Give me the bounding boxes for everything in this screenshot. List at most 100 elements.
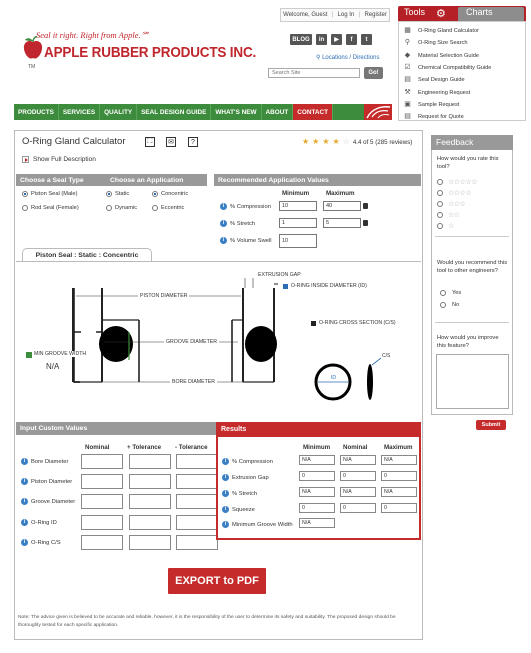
radio[interactable]	[437, 200, 443, 207]
rating[interactable]: ★ ★ ★ ★ ☆ 4.4 of 5 (285 reviews)	[302, 138, 412, 146]
linkedin-icon[interactable]: in	[316, 34, 327, 45]
oring-cs-minus-tol-input[interactable]	[176, 535, 218, 550]
tool-size-search[interactable]: ⚲ O-Ring Size Search	[403, 37, 521, 49]
radio[interactable]	[440, 302, 446, 308]
rating-option-2[interactable]: ☆☆	[437, 209, 477, 220]
help-icon[interactable]: ?	[188, 137, 198, 147]
register-link[interactable]: Register	[364, 12, 386, 18]
radio[interactable]	[22, 205, 28, 211]
application-eccentric[interactable]: Eccentric	[152, 205, 184, 211]
login-link[interactable]: Log In	[338, 12, 355, 18]
tool-engineering-request[interactable]: ⚒ Engineering Request	[403, 86, 521, 98]
piston-nominal-input[interactable]	[81, 474, 123, 489]
seal-type-rod[interactable]: Rod Seal (Female)	[22, 205, 79, 211]
feedback-textarea[interactable]	[436, 354, 509, 409]
info-icon[interactable]: i	[21, 458, 28, 465]
diagram-tab[interactable]: Piston Seal : Static : Concentric	[22, 248, 152, 262]
radio-selected[interactable]	[22, 191, 28, 197]
nav-products[interactable]: PRODUCTS	[14, 104, 59, 120]
rating-option-1[interactable]: ☆	[437, 220, 477, 231]
oring-id-minus-tol-input[interactable]	[176, 515, 218, 530]
blog-icon[interactable]: BLOG	[290, 34, 312, 45]
search-go-button[interactable]: Go!	[364, 67, 383, 79]
oring-id-nominal-input[interactable]	[81, 515, 123, 530]
search-input[interactable]	[268, 68, 360, 78]
nav-about[interactable]: ABOUT	[262, 104, 294, 120]
star-icon[interactable]: ★	[312, 138, 319, 146]
company-logo-text[interactable]: APPLE RUBBER PRODUCTS INC.	[44, 44, 256, 61]
bore-minus-tol-input[interactable]	[176, 454, 218, 469]
info-icon[interactable]: i	[21, 498, 28, 505]
lock-icon[interactable]	[363, 203, 368, 209]
star-icon[interactable]: ★	[333, 138, 340, 146]
tab-charts[interactable]: Charts	[458, 7, 524, 21]
nav-contact[interactable]: CONTACT	[293, 104, 334, 120]
compression-min-field[interactable]: 10	[279, 201, 317, 211]
volume-swell-field[interactable]: 10	[279, 234, 317, 248]
radio[interactable]	[437, 222, 443, 229]
radio-selected[interactable]	[152, 191, 158, 197]
facebook-icon[interactable]: f	[346, 34, 357, 45]
lock-icon[interactable]	[363, 220, 368, 226]
info-icon[interactable]: i	[220, 203, 227, 210]
tool-seal-design-guide[interactable]: ▤ Seal Design Guide	[403, 74, 521, 86]
bore-nominal-input[interactable]	[81, 454, 123, 469]
feedback-submit-button[interactable]: Submit	[476, 420, 506, 430]
tool-request-quote[interactable]: ▤ Request for Quote	[403, 111, 521, 123]
star-icon[interactable]: ★	[302, 138, 309, 146]
info-icon[interactable]: i	[222, 490, 229, 497]
piston-minus-tol-input[interactable]	[176, 474, 218, 489]
recommend-no[interactable]: No	[440, 302, 459, 308]
email-icon[interactable]: ✉	[166, 137, 176, 147]
nav-whats-new[interactable]: WHAT'S NEW	[211, 104, 262, 120]
nav-quality[interactable]: QUALITY	[100, 104, 138, 120]
recommend-yes[interactable]: Yes	[440, 290, 461, 296]
locations-link[interactable]: ⚲ Locations / Directions	[316, 54, 379, 61]
tool-gland-calculator[interactable]: ▦ O-Ring Gland Calculator	[403, 25, 521, 37]
export-pdf-button[interactable]: EXPORT to PDF	[168, 568, 266, 594]
piston-plus-tol-input[interactable]	[129, 474, 171, 489]
youtube-icon[interactable]: ▶	[331, 34, 342, 45]
info-icon[interactable]: i	[222, 521, 229, 528]
radio-selected[interactable]	[106, 191, 112, 197]
info-icon[interactable]: i	[21, 519, 28, 526]
rating-option-3[interactable]: ☆☆☆	[437, 198, 477, 209]
info-icon[interactable]: i	[222, 474, 229, 481]
rating-option-5[interactable]: ☆☆☆☆☆	[437, 176, 477, 187]
application-dynamic[interactable]: Dynamic	[106, 205, 137, 211]
oring-cs-nominal-input[interactable]	[81, 535, 123, 550]
groove-plus-tol-input[interactable]	[129, 494, 171, 509]
application-concentric[interactable]: Concentric	[152, 191, 188, 197]
info-icon[interactable]: i	[21, 539, 28, 546]
nav-services[interactable]: SERVICES	[59, 104, 101, 120]
twitter-icon[interactable]: t	[361, 34, 372, 45]
show-description-link[interactable]: Show Full Description	[22, 156, 96, 163]
info-icon[interactable]: i	[222, 458, 229, 465]
info-icon[interactable]: i	[222, 506, 229, 513]
bore-plus-tol-input[interactable]	[129, 454, 171, 469]
star-icon[interactable]: ★	[322, 138, 329, 146]
radio[interactable]	[152, 205, 158, 211]
info-icon[interactable]: i	[21, 478, 28, 485]
radio[interactable]	[437, 189, 443, 196]
oring-cs-plus-tol-input[interactable]	[129, 535, 171, 550]
radio[interactable]	[440, 290, 446, 296]
star-empty-icon[interactable]: ☆	[343, 138, 350, 146]
rating-option-4[interactable]: ☆☆☆☆	[437, 187, 477, 198]
tool-chemical-guide[interactable]: ☑ Chemical Compatibility Guide	[403, 62, 521, 74]
radio[interactable]	[437, 211, 443, 218]
application-static[interactable]: Static	[106, 191, 129, 197]
groove-nominal-input[interactable]	[81, 494, 123, 509]
info-icon[interactable]: i	[220, 220, 227, 227]
tool-material-guide[interactable]: ◆ Material Selection Guide	[403, 50, 521, 62]
stretch-min-field[interactable]: 1	[279, 218, 317, 228]
fullscreen-icon[interactable]: ⛶	[145, 137, 155, 147]
info-icon[interactable]: i	[220, 237, 227, 244]
groove-minus-tol-input[interactable]	[176, 494, 218, 509]
nav-seal-design-guide[interactable]: SEAL DESIGN GUIDE	[137, 104, 212, 120]
tool-sample-request[interactable]: ▣ Sample Request	[403, 99, 521, 111]
seal-type-piston[interactable]: Piston Seal (Male)	[22, 191, 77, 197]
radio[interactable]	[437, 178, 443, 185]
stretch-max-field[interactable]: 5	[323, 218, 361, 228]
radio[interactable]	[106, 205, 112, 211]
